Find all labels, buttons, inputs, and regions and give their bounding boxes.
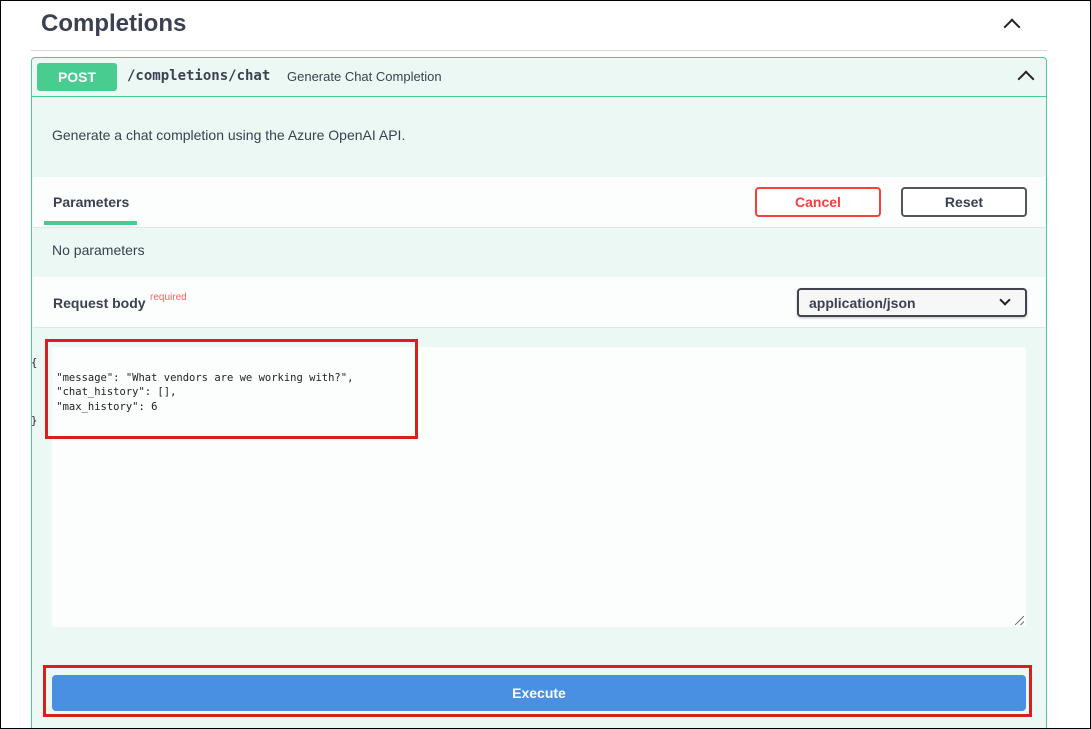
highlight-box-request-body bbox=[45, 339, 418, 439]
content-type-value: application/json bbox=[809, 295, 916, 311]
no-parameters-text: No parameters bbox=[52, 242, 145, 258]
request-body-header: Request body required application/json bbox=[33, 277, 1045, 328]
active-tab-indicator bbox=[44, 221, 137, 225]
swagger-page: Completions POST /completions/chat Gener… bbox=[0, 0, 1091, 729]
chevron-up-icon[interactable] bbox=[1003, 18, 1021, 36]
operation-summary[interactable]: POST /completions/chat Generate Chat Com… bbox=[32, 58, 1046, 97]
operation-summary-text: Generate Chat Completion bbox=[287, 69, 442, 84]
content-type-select[interactable]: application/json bbox=[797, 288, 1027, 317]
section-title: Completions bbox=[41, 10, 187, 37]
cancel-button[interactable]: Cancel bbox=[755, 187, 881, 217]
tab-parameters[interactable]: Parameters bbox=[53, 194, 129, 210]
method-badge: POST bbox=[37, 63, 117, 91]
chevron-up-icon[interactable] bbox=[1017, 70, 1035, 88]
operation-path: /completions/chat bbox=[127, 68, 271, 84]
operation-description: Generate a chat completion using the Azu… bbox=[52, 127, 406, 143]
resize-handle-icon[interactable] bbox=[1015, 616, 1024, 625]
chevron-down-icon bbox=[999, 294, 1011, 306]
parameters-header: Parameters Cancel Reset bbox=[33, 177, 1045, 228]
completions-section-header[interactable]: Completions bbox=[31, 1, 1047, 51]
request-body-label: Request body bbox=[53, 295, 146, 311]
required-marker: required bbox=[150, 292, 187, 303]
reset-button[interactable]: Reset bbox=[901, 187, 1027, 217]
highlight-box-execute bbox=[43, 665, 1032, 717]
